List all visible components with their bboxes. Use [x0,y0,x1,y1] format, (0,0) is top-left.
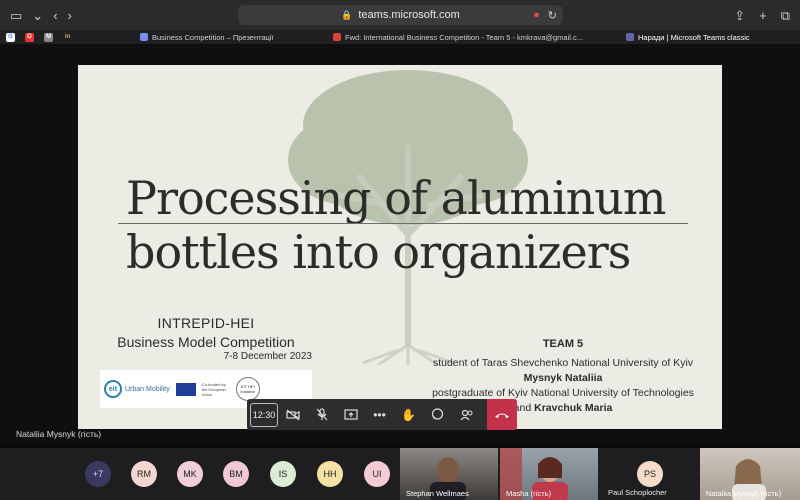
eit-logo-mark: eit [104,380,122,398]
competition-date: 7-8 December 2023 [223,351,312,362]
mic-indicator-icon[interactable]: ● [533,9,540,22]
team-member2: Kravchuk Maria [534,402,613,414]
meeting-controls: 12:30 ••• ✋ [247,399,517,430]
video-tile[interactable]: Stephan Wellmaes [400,448,498,500]
linkedin-icon[interactable]: in [63,33,72,42]
teams-icon [626,33,634,41]
slide-title-line2: bottles into organizers [126,225,631,279]
chat-icon[interactable] [423,399,452,430]
participant-name: Paul Schoplocher [608,488,667,497]
competition-event: Business Model Competition [117,334,295,350]
participant-name: Masha (гість) [506,489,552,498]
share-icon[interactable]: ⇪ [734,8,745,24]
tab-gmail[interactable]: Fwd: International Business Competition … [333,30,598,44]
eu-cofunded-text: Co-funded by the European Union [201,381,226,397]
presenter-caption: Nataliia Mysnyk (гість) [16,429,102,439]
shared-screen: Processing of aluminum bottles into orga… [0,44,800,442]
competition-block: INTREPID-HEI Business Model Competition … [96,315,316,362]
participants-icon[interactable] [452,399,481,430]
sidebar-toggle-icon[interactable]: ▭ [10,9,22,22]
participants-strip: +7 RM MK BM IS HH UI Stephan Wellmaes Ma… [0,442,800,500]
meeting-timer: 12:30 [250,402,278,427]
tab-bar: G O M in Business Competition – Презента… [0,30,800,44]
tab-presentations[interactable]: Business Competition – Презентації [140,30,320,44]
gmail-icon[interactable]: M [44,32,53,42]
participant-name: Nataliia Mysnyk (гість) [706,489,782,498]
new-tab-icon[interactable]: + [759,8,767,24]
google-icon[interactable]: G [6,32,15,42]
participant-name: Stephan Wellmaes [406,489,469,498]
presentation-icon [140,33,148,41]
participant-avatar-ps[interactable]: PS [637,461,663,487]
gmail-icon [333,33,341,41]
share-screen-icon[interactable] [336,399,365,430]
camera-off-icon[interactable] [278,399,307,430]
eu-flag-icon [175,382,196,396]
lock-icon: 🔒 [341,9,353,20]
more-options-icon[interactable]: ••• [365,399,394,430]
title-divider [118,223,688,224]
participant-avatar[interactable]: IS [270,461,296,487]
participant-avatar[interactable]: HH [317,461,343,487]
chevron-down-icon[interactable]: ⌄ [32,9,43,22]
team-line1: student of Taras Shevchenko National Uni… [432,357,694,369]
forward-icon[interactable]: › [68,9,72,22]
eit-urban-mobility-logo: eit Urban Mobility [104,380,170,398]
hang-up-button[interactable] [487,399,517,430]
raise-hand-icon[interactable]: ✋ [394,399,423,430]
video-tile[interactable]: Nataliia Mysnyk (гість) [700,448,800,500]
address-bar[interactable]: 🔒 teams.microsoft.com ● ↻ [238,5,563,25]
team-member1: Mysnyk Nataliia [523,372,603,384]
participant-avatar[interactable]: MK [177,461,203,487]
video-tile[interactable]: Masha (гість) [500,448,598,500]
url-text: teams.microsoft.com [358,9,460,21]
mic-off-icon[interactable] [307,399,336,430]
opera-icon[interactable]: O [25,32,34,42]
tab-overview-icon[interactable]: ⧉ [781,8,790,24]
presentation-slide: Processing of aluminum bottles into orga… [78,65,722,429]
participant-avatar[interactable]: RM [131,461,157,487]
overflow-participants-button[interactable]: +7 [85,461,111,487]
team-heading: TEAM 5 [542,338,584,350]
tab-teams[interactable]: Наради | Microsoft Teams classic [626,30,796,44]
reload-icon[interactable]: ↻ [548,9,557,22]
bookmarks: G O M in [0,32,130,42]
participant-avatar[interactable]: BM [223,461,249,487]
participant-avatar[interactable]: UI [364,461,390,487]
back-icon[interactable]: ‹ [53,9,57,22]
competition-name: INTREPID-HEI [157,315,255,331]
browser-toolbar: ▭ ⌄ ‹ › 🔒 teams.microsoft.com ● ↻ ⇪ + ⧉ [0,0,800,30]
slide-title-line1: Processing of aluminum [126,171,667,225]
hang-up-icon [495,413,509,418]
eit-hei-logo: EIT HEI Initiative [235,377,260,401]
